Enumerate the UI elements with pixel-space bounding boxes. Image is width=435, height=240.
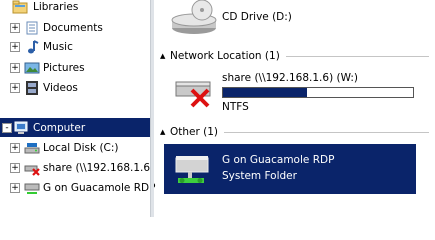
collapse-caret-icon[interactable]: ▲ [160,52,170,60]
expand-icon[interactable]: + [10,183,20,193]
sidebar-item-label: Local Disk (C:) [43,142,119,154]
sidebar-item-label: Computer [33,121,86,134]
group-divider [224,131,429,133]
filesystem-label: NTFS [222,101,249,113]
network-drive-item[interactable]: share (\\192.168.1.6) (W:) NTFS [170,66,420,114]
sidebar-item-label: Videos [43,82,78,94]
cd-drive-icon [170,0,218,39]
libraries-icon [12,0,28,15]
sidebar-item-label: share (\\192.168.1.6) [43,162,155,174]
guacamole-drive-item[interactable]: G on Guacamole RDP System Folder [164,144,416,194]
cd-drive-item[interactable]: CD Drive (D:) [170,0,370,38]
group-header-other[interactable]: ▲ Other (1) [160,125,429,139]
sidebar-item-local-disk[interactable]: + Local Disk (C:) [0,138,150,158]
drive-usage-fill [223,88,307,97]
cd-drive-label: CD Drive (D:) [222,11,292,23]
sidebar-item-label: Music [43,41,73,53]
sidebar-item-libraries[interactable]: Libraries [0,0,150,17]
expand-icon[interactable]: + [10,163,20,173]
sidebar-item-documents[interactable]: + Documents [0,18,150,38]
pictures-icon [24,60,40,76]
expand-icon[interactable]: + [10,143,20,153]
network-drive-icon [24,180,40,196]
collapse-caret-icon[interactable]: ▲ [160,128,170,136]
sidebar-item-label: Documents [43,22,103,34]
sidebar-item-pictures[interactable]: + Pictures [0,58,150,78]
group-header-network-location[interactable]: ▲ Network Location (1) [160,49,429,63]
sidebar-item-music[interactable]: + Music [0,37,150,57]
sidebar-item-label: Libraries [33,1,79,13]
content-pane: CD Drive (D:) ▲ Network Location (1) sha… [154,0,435,217]
sidebar-item-guacamole[interactable]: + G on Guacamole RDP [0,178,155,198]
sidebar-item-label: G on Guacamole RDP [43,182,156,194]
computer-icon [14,120,30,136]
sidebar-item-videos[interactable]: + Videos [0,78,150,98]
disconnected-network-drive-icon [24,160,40,176]
local-disk-icon [24,140,40,156]
expand-icon[interactable]: + [10,63,20,73]
network-drive-label: share (\\192.168.1.6) (W:) [222,72,359,84]
expand-icon[interactable]: + [10,42,20,52]
sidebar-item-share[interactable]: + share (\\192.168.1.6) [0,158,154,178]
group-header-label: Network Location (1) [170,50,280,62]
group-header-label: Other (1) [170,126,219,138]
sidebar-item-label: Pictures [43,62,85,74]
collapse-icon[interactable]: - [2,123,12,133]
expand-icon[interactable]: + [10,23,20,33]
sidebar-item-computer[interactable]: - Computer [0,118,150,137]
documents-icon [24,20,40,36]
music-note-icon [24,39,40,55]
guacamole-drive-sublabel: System Folder [222,170,297,182]
group-divider [285,55,429,57]
drive-usage-bar [222,87,414,98]
expand-icon[interactable]: + [10,83,20,93]
disconnected-network-drive-icon [174,74,218,113]
navigation-pane: Libraries + Documents + Music + Pictures… [0,0,155,217]
guacamole-drive-label: G on Guacamole RDP [222,154,335,166]
network-drive-icon [172,152,214,193]
film-strip-icon [24,80,40,96]
